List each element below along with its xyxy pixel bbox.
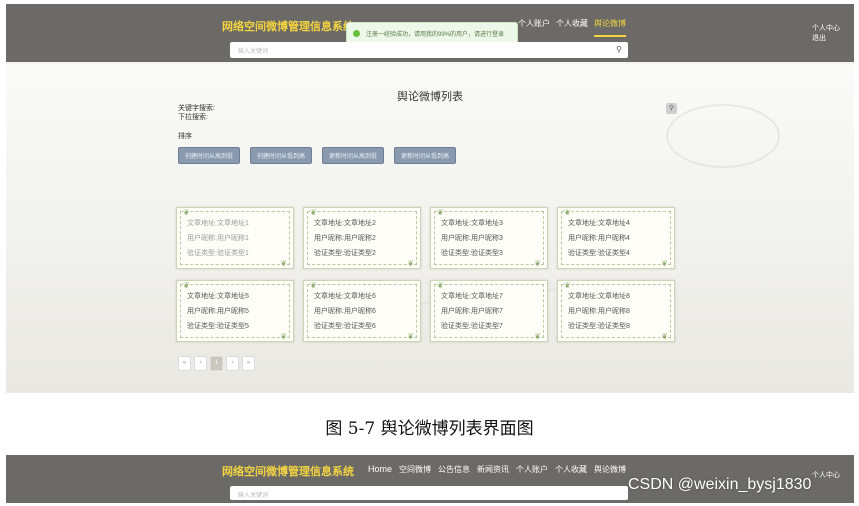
nav-personal-account[interactable]: 个人账户 [516, 464, 548, 475]
search-input[interactable]: 输入关键词 [238, 46, 268, 55]
prev-page-button[interactable]: ‹ [194, 356, 207, 371]
card-verify-type: 验证类型:验证类型6 [314, 323, 376, 330]
card-nickname: 用户昵称:用户昵称6 [314, 308, 376, 315]
page-1-button[interactable]: 1 [210, 356, 223, 371]
card-nickname: 用户昵称:用户昵称8 [568, 308, 630, 315]
card-verify-type: 验证类型:验证类型2 [314, 250, 376, 257]
csdn-watermark: CSDN @weixin_bysj1830 [628, 476, 812, 493]
nav-opinion-weibo[interactable]: 舆论微博 [594, 464, 626, 475]
user-center-link[interactable]: 个人中心 [812, 471, 840, 481]
filter-search-button[interactable]: ⚲ [666, 103, 677, 114]
card-article-address: 文章地址:文章地址4 [568, 220, 630, 227]
list-page-screenshot: 网络空间微博管理信息系统 注册一经验成功，请用我的99%的用户，请进行登录 个人… [6, 4, 854, 393]
nav-announcements[interactable]: 公告信息 [438, 464, 470, 475]
weibo-card-grid: ❦ 文章地址:文章地址1 用户昵称:用户昵称1 验证类型:验证类型1 ❦ ❦ 文… [176, 207, 686, 342]
card-article-address: 文章地址:文章地址1 [187, 220, 249, 227]
search-bar: 输入关键词 ⚲ [230, 42, 628, 58]
leaf-decoration-icon: ❦ [661, 259, 668, 268]
card-article-address: 文章地址:文章地址3 [441, 220, 503, 227]
card-verify-type: 验证类型:验证类型3 [441, 250, 503, 257]
first-page-button[interactable]: « [178, 356, 191, 371]
sort-updated-asc-button[interactable]: 更新时间从低到高 [394, 147, 457, 164]
user-menu: 个人中心 退出 [812, 24, 840, 44]
leaf-decoration-icon: ❦ [280, 332, 287, 341]
sort-created-desc-button[interactable]: 创建时间从高到低 [178, 147, 241, 164]
weibo-card[interactable]: ❦ 文章地址:文章地址8 用户昵称:用户昵称8 验证类型:验证类型8 ❦ [557, 280, 675, 342]
weibo-card[interactable]: ❦ 文章地址:文章地址4 用户昵称:用户昵称4 验证类型:验证类型4 ❦ [557, 207, 675, 269]
sort-updated-desc-button[interactable]: 更新时间从高到低 [322, 147, 385, 164]
card-verify-type: 验证类型:验证类型4 [568, 250, 630, 257]
weibo-card[interactable]: ❦ 文章地址:文章地址5 用户昵称:用户昵称5 验证类型:验证类型5 ❦ [176, 280, 294, 342]
site-brand[interactable]: 网络空间微博管理信息系统 [222, 463, 354, 479]
card-verify-type: 验证类型:验证类型5 [187, 323, 249, 330]
nav-space-weibo[interactable]: 空间微博 [399, 464, 431, 475]
card-nickname: 用户昵称:用户昵称7 [441, 308, 503, 315]
weibo-card[interactable]: ❦ 文章地址:文章地址1 用户昵称:用户昵称1 验证类型:验证类型1 ❦ [176, 207, 294, 269]
nav-links: Home 空间微博 公告信息 新闻资讯 个人账户 个人收藏 舆论微博 [368, 464, 626, 475]
card-verify-type: 验证类型:验证类型1 [187, 250, 249, 257]
nav-opinion-weibo[interactable]: 舆论微博 [594, 18, 626, 37]
leaf-decoration-icon: ❦ [661, 332, 668, 341]
check-icon [353, 29, 360, 37]
sort-buttons: 创建时间从高到低 创建时间从低到高 更新时间从高到低 更新时间从低到高 [178, 147, 457, 164]
weibo-card[interactable]: ❦ 文章地址:文章地址6 用户昵称:用户昵称6 验证类型:验证类型6 ❦ [303, 280, 421, 342]
leaf-decoration-icon: ❦ [280, 259, 287, 268]
card-article-address: 文章地址:文章地址7 [441, 293, 503, 300]
card-verify-type: 验证类型:验证类型7 [441, 323, 503, 330]
card-article-address: 文章地址:文章地址6 [314, 293, 376, 300]
nav-news[interactable]: 新闻资讯 [477, 464, 509, 475]
card-nickname: 用户昵称:用户昵称4 [568, 235, 630, 242]
filter-area: 关键字搜索: 下拉搜索: [178, 104, 215, 122]
leaf-decoration-icon: ❦ [407, 259, 414, 268]
last-page-button[interactable]: » [242, 356, 255, 371]
card-article-address: 文章地址:文章地址8 [568, 293, 630, 300]
weibo-card[interactable]: ❦ 文章地址:文章地址2 用户昵称:用户昵称2 验证类型:验证类型2 ❦ [303, 207, 421, 269]
page-title: 舆论微博列表 [397, 91, 463, 103]
leaf-decoration-icon: ❦ [534, 259, 541, 268]
nav-favorites[interactable]: 个人收藏 [555, 464, 587, 475]
card-verify-type: 验证类型:验证类型8 [568, 323, 630, 330]
sort-label: 排序 [178, 133, 192, 140]
keyword-search-label: 关键字搜索: [178, 105, 215, 112]
dropdown-search-label: 下拉搜索: [178, 114, 208, 121]
glasses-decoration [666, 104, 780, 168]
nav-personal-account[interactable]: 个人账户 [518, 18, 550, 37]
success-toast: 注册一经验成功，请用我的99%的用户，请进行登录 [346, 22, 518, 44]
figure-caption: 图 5-7 舆论微博列表界面图 [325, 419, 534, 439]
nav-home[interactable]: Home [368, 464, 392, 475]
leaf-decoration-icon: ❦ [534, 332, 541, 341]
card-nickname: 用户昵称:用户昵称1 [187, 235, 249, 242]
nav-links: 个人账户 个人收藏 舆论微博 [518, 18, 626, 37]
card-nickname: 用户昵称:用户昵称5 [187, 308, 249, 315]
card-article-address: 文章地址:文章地址5 [187, 293, 249, 300]
top-navbar: 网络空间微博管理信息系统 注册一经验成功，请用我的99%的用户，请进行登录 个人… [6, 4, 854, 62]
user-center-link[interactable]: 个人中心 [812, 24, 840, 34]
search-input[interactable]: 输入关键词 [238, 490, 268, 499]
search-bar: 输入关键词 [230, 486, 628, 500]
next-page-button[interactable]: › [226, 356, 239, 371]
leaf-decoration-icon: ❦ [407, 332, 414, 341]
pagination: « ‹ 1 › » [178, 356, 255, 371]
weibo-card[interactable]: ❦ 文章地址:文章地址7 用户昵称:用户昵称7 验证类型:验证类型7 ❦ [430, 280, 548, 342]
toast-message: 注册一经验成功，请用我的99%的用户，请进行登录 [366, 31, 505, 38]
sort-created-asc-button[interactable]: 创建时间从低到高 [250, 147, 313, 164]
card-article-address: 文章地址:文章地址2 [314, 220, 376, 227]
nav-favorites[interactable]: 个人收藏 [556, 18, 588, 37]
site-brand[interactable]: 网络空间微博管理信息系统 [222, 18, 354, 34]
search-icon[interactable]: ⚲ [616, 45, 622, 54]
card-nickname: 用户昵称:用户昵称2 [314, 235, 376, 242]
card-nickname: 用户昵称:用户昵称3 [441, 235, 503, 242]
weibo-card[interactable]: ❦ 文章地址:文章地址3 用户昵称:用户昵称3 验证类型:验证类型3 ❦ [430, 207, 548, 269]
logout-link[interactable]: 退出 [812, 34, 840, 44]
